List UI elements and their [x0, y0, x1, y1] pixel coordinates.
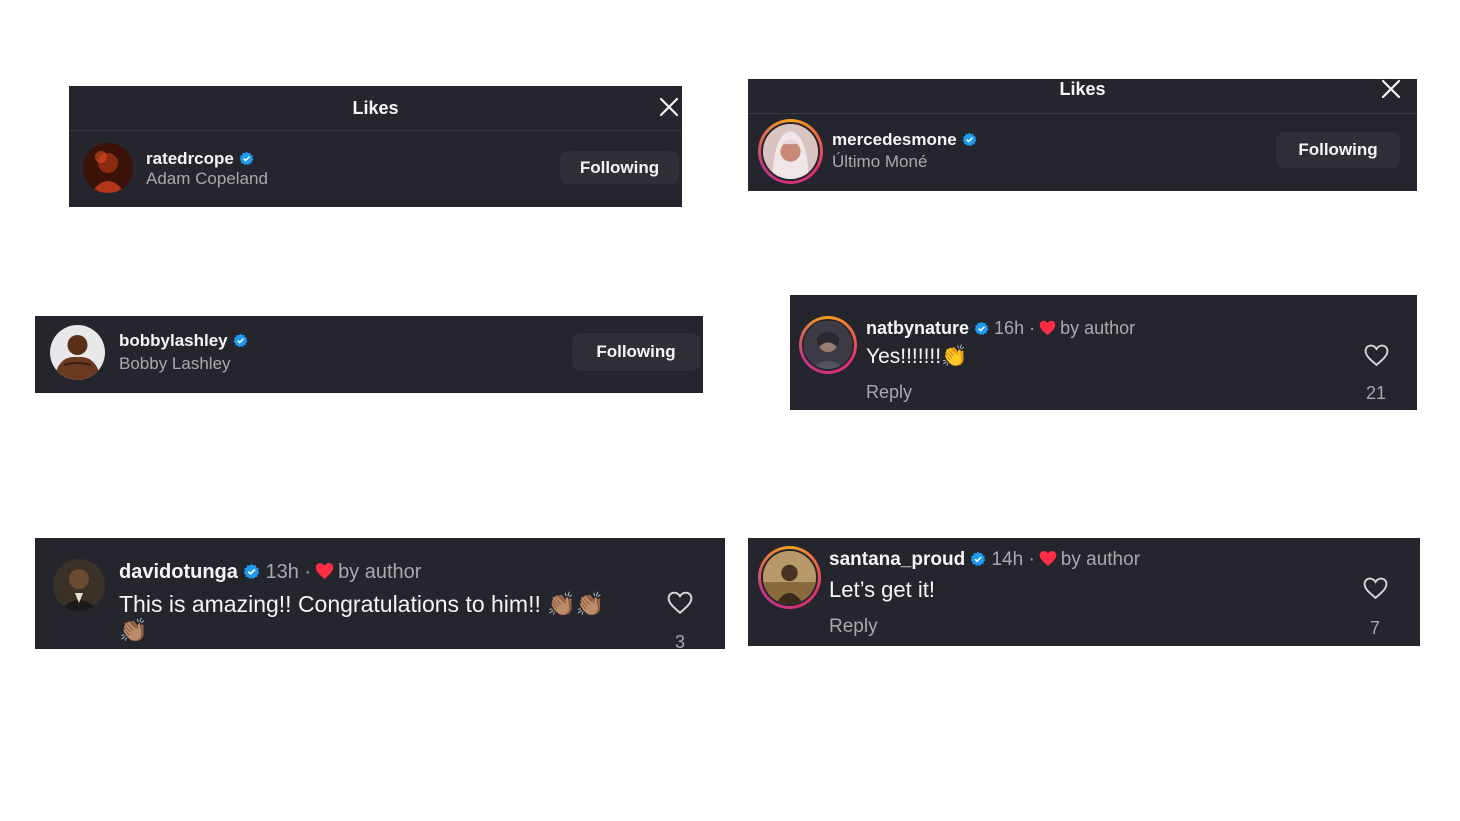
- avatar[interactable]: [758, 119, 823, 184]
- heart-outline-icon[interactable]: [1364, 344, 1389, 367]
- liked-by-author: by author: [1060, 318, 1136, 338]
- verified-badge-icon: [243, 563, 260, 580]
- full-name: Adam Copeland: [146, 169, 268, 188]
- username[interactable]: natbynature: [866, 318, 969, 338]
- avatar[interactable]: [50, 325, 105, 380]
- liked-by-author: by author: [1060, 549, 1141, 570]
- comment-meta: santana_proud 14h · by author: [829, 549, 1140, 571]
- comment-meta: natbynature 16h · by author: [866, 318, 1135, 339]
- likes-title: Likes: [352, 98, 399, 118]
- comment-text: Let’s get it!: [829, 577, 935, 602]
- username[interactable]: ratedrcope: [146, 149, 254, 169]
- username[interactable]: santana_proud: [829, 549, 965, 570]
- username[interactable]: davidotunga: [119, 561, 238, 583]
- verified-badge-icon: [974, 321, 989, 336]
- full-name: Último Moné: [832, 152, 928, 171]
- like-count: 21: [1365, 383, 1387, 403]
- separator: ·: [1029, 318, 1036, 338]
- comment-text-continued: 👏🏽: [119, 617, 148, 643]
- verified-badge-icon: [239, 151, 254, 166]
- avatar[interactable]: [53, 559, 105, 611]
- comment-text: This is amazing!! Congratulations to him…: [119, 591, 605, 617]
- following-button[interactable]: Following: [1276, 132, 1400, 168]
- comment-text: Yes!!!!!!!👏: [866, 345, 968, 368]
- likes-panel-mercedesmone: Likes mercedesmone Último Moné Following: [748, 79, 1417, 191]
- username[interactable]: bobbylashley: [119, 331, 248, 351]
- likes-header: Likes: [748, 79, 1417, 114]
- separator: ·: [1028, 549, 1035, 570]
- comment-time: 16h: [994, 318, 1025, 338]
- username[interactable]: mercedesmone: [832, 130, 977, 150]
- verified-badge-icon: [962, 132, 977, 147]
- comment-meta: davidotunga 13h · by author: [119, 561, 421, 584]
- comment-time: 13h: [265, 561, 299, 583]
- reply-button[interactable]: Reply: [829, 616, 878, 638]
- comment-time: 14h: [991, 549, 1024, 570]
- likes-title: Likes: [1059, 79, 1106, 99]
- full-name: Bobby Lashley: [119, 354, 231, 373]
- heart-outline-icon[interactable]: [667, 591, 693, 615]
- avatar[interactable]: [799, 316, 857, 374]
- like-count: 7: [1369, 618, 1380, 638]
- separator: ·: [304, 561, 312, 583]
- verified-badge-icon: [970, 551, 986, 567]
- red-heart-icon: [1039, 550, 1057, 567]
- heart-outline-icon[interactable]: [1363, 577, 1388, 600]
- like-count: 3: [674, 632, 685, 652]
- avatar[interactable]: [83, 143, 133, 193]
- comment-davidotunga: davidotunga 13h · by author This is amazi…: [35, 538, 725, 652]
- avatar-image: [761, 549, 818, 606]
- following-button[interactable]: Following: [572, 333, 700, 371]
- likes-header: Likes: [69, 86, 682, 131]
- likes-row-bobbylashley: bobbylashley Bobby Lashley Following: [35, 316, 703, 393]
- close-icon[interactable]: [1381, 79, 1401, 99]
- red-heart-icon: [1039, 320, 1056, 336]
- red-heart-icon: [315, 562, 334, 580]
- comment-santana-proud: santana_proud 14h · by author Let’s get i…: [748, 538, 1420, 646]
- avatar[interactable]: [758, 546, 821, 609]
- avatar-image: [802, 319, 854, 371]
- likes-panel-ratedrcope: Likes ratedrcope Adam Copeland Following: [69, 86, 682, 207]
- following-button[interactable]: Following: [560, 151, 679, 184]
- verified-badge-icon: [233, 333, 248, 348]
- close-icon[interactable]: [659, 97, 679, 117]
- avatar-image: [761, 122, 820, 181]
- liked-by-author: by author: [338, 561, 422, 583]
- comment-natbynature: natbynature 16h · by author Yes!!!!!!!👏 R…: [790, 295, 1417, 410]
- reply-button[interactable]: Reply: [866, 382, 912, 403]
